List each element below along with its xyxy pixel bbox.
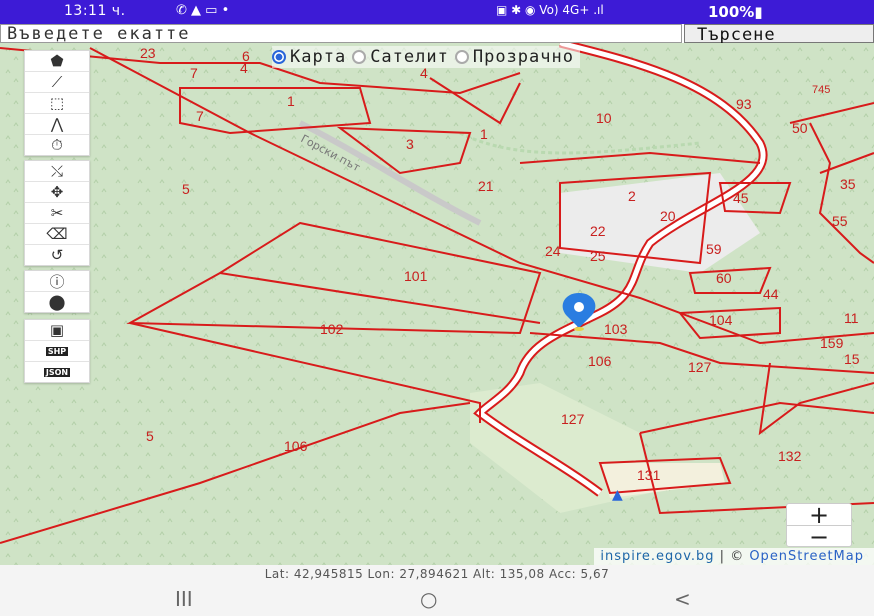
info-toolbar: ⓘ ⬤ [24,270,90,313]
attribution-osm-link[interactable]: OpenStreetMap [749,549,864,564]
map-attribution: inspire.egov.bg | © OpenStreetMap [594,548,874,565]
parcel-label: 7 [190,65,198,81]
recent-apps-button[interactable]: III [175,587,193,611]
export-shp-icon[interactable]: SHP [25,341,89,362]
draw-toolbar: ⬟ ⟋ ⬚ ⋀ ⏱ [24,50,90,156]
parcel-label: 55 [832,213,848,229]
zoom-control: + − [786,503,852,549]
parcel-label: 745 [812,84,830,96]
parcel-label: 21 [478,178,494,194]
parcel-label: 7 [196,108,204,124]
file-toolbar: ▣ SHP JSON [24,319,90,383]
back-button[interactable]: < [674,587,691,611]
parcel-label: 44 [763,286,779,302]
layer-option-label: Карта [290,47,347,67]
parcel-label: 159 [820,335,844,351]
polygon-icon[interactable]: ⋀ [25,114,89,135]
scissors-icon[interactable]: ✂ [25,203,89,224]
eraser-icon[interactable]: ⌫ [25,224,89,245]
pointer-icon[interactable]: ⤯ [25,161,89,182]
timer-icon[interactable]: ⏱ [25,135,89,155]
radio-icon [454,50,469,64]
save-icon[interactable]: ▣ [25,320,89,341]
parcel-label: 132 [778,448,802,464]
info-icon[interactable]: ⓘ [25,271,89,292]
attribution-source-link[interactable]: inspire.egov.bg [600,549,714,564]
line-icon[interactable]: ⟋ [25,72,89,93]
android-nav-bar: III ○ < [0,583,874,616]
layer-option-map[interactable]: Карта [272,47,346,67]
parcel-label: 60 [716,270,732,286]
parcel-label: 15 [844,351,860,367]
rectangle-icon[interactable]: ⬚ [25,93,89,114]
map-view[interactable]: Горски път 23 7 4 6 4 1 7 3 10 93 745 50… [0,43,874,565]
location-pin-icon[interactable]: ⬟ [25,51,89,72]
layer-selector: Карта Сателит Прозрачно [272,46,580,68]
layer-option-satellite[interactable]: Сателит [352,47,449,67]
edit-toolbar: ⤯ ✥ ✂ ⌫ ↺ [24,160,90,266]
radio-icon [272,50,286,64]
status-notification-icons: ✆ ▲ ▭ • [176,3,230,18]
parcel-label: 20 [660,208,676,224]
gps-coordinates: Lat: 42,945815 Lon: 27,894621 Alt: 135,0… [0,565,874,583]
zoom-out-button[interactable]: − [787,525,851,549]
status-time: 13:11 ч. [64,3,126,19]
parcel-label: 23 [140,45,156,61]
parcel-label: 6 [242,48,250,64]
parcel-label: 5 [146,428,154,444]
parcel-label: 2 [628,188,636,204]
export-json-icon[interactable]: JSON [25,362,89,382]
parcel-label: 24 [545,243,561,259]
parcel-label: 59 [706,241,722,257]
parcel-label: 102 [320,321,344,337]
home-button[interactable]: ○ [420,587,437,611]
locate-icon[interactable]: ⬤ [25,292,89,312]
status-signal-icons: ▣ ✱ ◉ Vo) 4G+ .ıl [496,3,604,17]
parcel-label: 10 [596,110,612,126]
parcel-label: 103 [604,321,628,337]
parcel-label: 106 [588,353,612,369]
map-canvas: Горски път 23 7 4 6 4 1 7 3 10 93 745 50… [0,43,874,565]
parcel-label: 101 [404,268,428,284]
move-icon[interactable]: ✥ [25,182,89,203]
parcel-label: 11 [844,310,859,326]
status-bar: 13:11 ч. ✆ ▲ ▭ • ▣ ✱ ◉ Vo) 4G+ .ıl 100%▮ [0,0,874,24]
parcel-label: 25 [590,248,606,264]
parcel-label: 3 [406,136,414,152]
parcel-label: 104 [709,312,733,328]
search-bar: Търсене [0,24,874,45]
parcel-label: 1 [287,93,295,109]
parcel-label: 131 [637,467,661,483]
search-input[interactable] [0,24,682,43]
parcel-label: 1 [480,126,488,142]
parcel-label: 106 [284,438,308,454]
parcel-label: 93 [736,96,752,112]
layer-option-label: Прозрачно [472,47,574,67]
undo-icon[interactable]: ↺ [25,245,89,265]
battery-indicator: 100%▮ [708,3,763,21]
layer-option-label: Сателит [370,47,449,67]
parcel-label: 127 [688,359,712,375]
parcel-label: 50 [792,120,808,136]
parcel-label: 22 [590,223,606,239]
radio-icon [352,50,367,64]
search-button[interactable]: Търсене [684,24,874,45]
parcel-label: 35 [840,176,856,192]
layer-option-transparent[interactable]: Прозрачно [454,47,574,67]
parcel-label: 127 [561,411,585,427]
north-arrow-icon: ▲ [612,487,623,503]
parcel-label: 45 [733,190,749,206]
parcel-label: 5 [182,181,190,197]
